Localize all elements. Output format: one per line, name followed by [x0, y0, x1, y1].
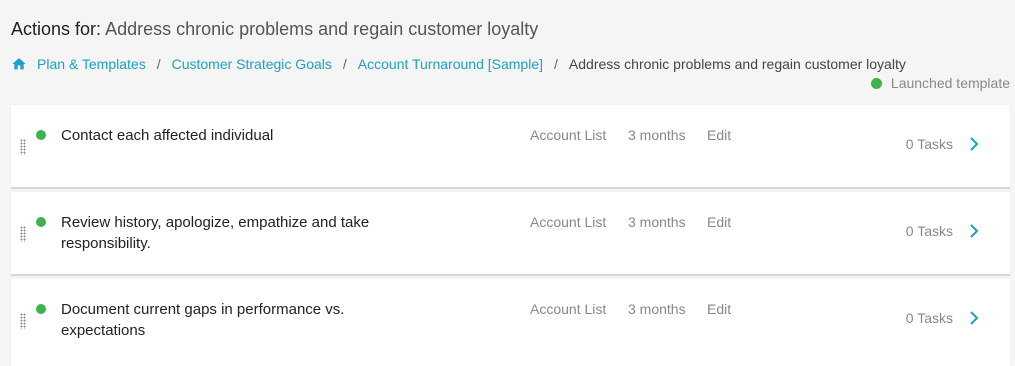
task-count: 0 Tasks	[905, 136, 953, 152]
action-row[interactable]: Contact each affected individual Account…	[11, 105, 1010, 189]
action-title: Document current gaps in performance vs.…	[61, 301, 345, 339]
page-title: Actions for: Address chronic problems an…	[11, 19, 538, 40]
chevron-right-icon[interactable]	[967, 135, 981, 153]
action-account: Account List	[530, 301, 607, 317]
action-duration: 3 months	[628, 301, 686, 317]
status-dot-icon	[870, 77, 882, 89]
edit-button[interactable]: Edit	[707, 127, 731, 143]
status-text: Launched template	[890, 75, 1010, 91]
page-title-label: Actions for:	[11, 19, 102, 39]
action-duration: 3 months	[628, 214, 686, 230]
action-title: Contact each affected individual	[61, 127, 274, 144]
status-dot-icon	[36, 217, 46, 227]
chevron-right-icon[interactable]	[967, 222, 981, 240]
breadcrumb-current: Address chronic problems and regain cust…	[568, 56, 906, 72]
edit-button[interactable]: Edit	[707, 301, 731, 317]
drag-handle-icon[interactable]	[20, 313, 26, 329]
breadcrumb-separator: /	[342, 56, 347, 72]
breadcrumb-customer-strategic-goals[interactable]: Customer Strategic Goals	[172, 56, 332, 72]
task-count: 0 Tasks	[905, 223, 953, 239]
breadcrumb: Plan & Templates / Customer Strategic Go…	[11, 56, 906, 72]
action-row-partial	[11, 360, 1010, 366]
page-title-subject: Address chronic problems and regain cust…	[105, 19, 539, 39]
action-row[interactable]: Document current gaps in performance vs.…	[11, 279, 1010, 363]
action-account: Account List	[530, 127, 607, 143]
template-status: Launched template	[870, 75, 1010, 91]
edit-button[interactable]: Edit	[707, 214, 731, 230]
status-dot-icon	[36, 304, 46, 314]
status-dot-icon	[36, 130, 46, 140]
drag-handle-icon[interactable]	[20, 139, 26, 155]
home-icon[interactable]	[11, 56, 27, 72]
drag-handle-icon[interactable]	[20, 226, 26, 242]
action-title: Review history, apologize, empathize and…	[61, 214, 370, 252]
task-count: 0 Tasks	[905, 310, 953, 326]
breadcrumb-separator: /	[554, 56, 558, 72]
breadcrumb-separator: /	[156, 56, 161, 72]
action-list: Contact each affected individual Account…	[11, 105, 1010, 366]
action-row[interactable]: Review history, apologize, empathize and…	[11, 192, 1010, 276]
breadcrumb-plan-templates[interactable]: Plan & Templates	[37, 56, 146, 72]
action-account: Account List	[530, 214, 607, 230]
breadcrumb-account-turnaround[interactable]: Account Turnaround [Sample]	[358, 56, 543, 72]
chevron-right-icon[interactable]	[967, 309, 981, 327]
action-duration: 3 months	[628, 127, 686, 143]
